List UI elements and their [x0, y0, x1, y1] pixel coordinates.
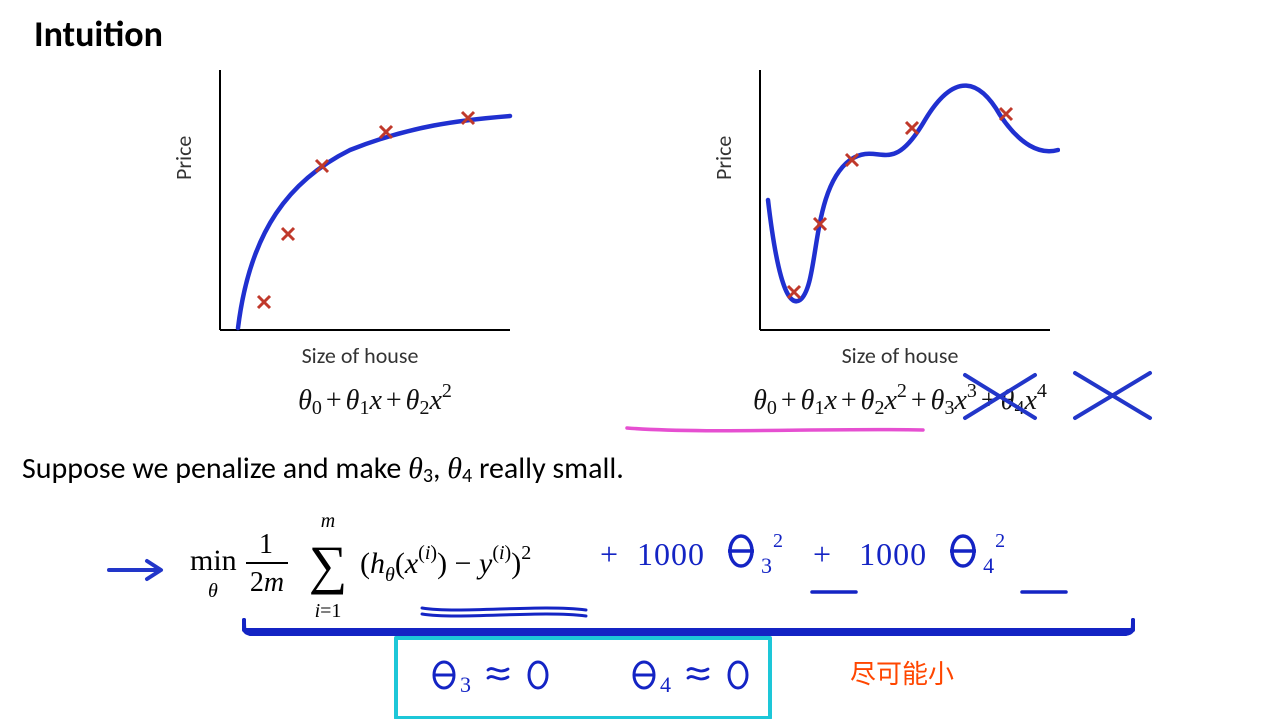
x-axis-label-right: Size of house [740, 342, 1060, 369]
svg-text:1: 1 [259, 529, 273, 560]
chart-svg-left [200, 60, 520, 340]
suppose-line: Suppose we penalize and make θ3, θ4 real… [22, 450, 624, 488]
theta4-underline [1020, 588, 1070, 598]
slide-root: Intuition Price Size of house Price [0, 0, 1280, 719]
theta-icon [630, 658, 660, 692]
theta-icon [430, 658, 460, 692]
chinese-annotation: 尽可能小 [850, 654, 954, 691]
svg-text:∑: ∑ [309, 535, 348, 595]
pink-underline [625, 424, 925, 436]
y-axis-label-right: Price [710, 136, 737, 180]
theta4-approx-zero: 4 [630, 658, 751, 698]
theta3-approx-zero: 3 [430, 658, 551, 698]
svg-text:m: m [321, 510, 335, 532]
theta4-text: θ [447, 452, 462, 485]
svg-text:θ: θ [208, 580, 218, 602]
theta4-hand: 42 [947, 530, 1006, 579]
slide-title: Intuition [34, 12, 163, 56]
strike-theta4-term [1070, 368, 1155, 426]
arrow-icon [105, 555, 165, 585]
svg-text:min: min [190, 544, 237, 577]
formula-quadratic: θ0+θ1x+θ2x2 [205, 380, 545, 420]
svg-text:(hθ(x(i)) − y(i))2: (hθ(x(i)) − y(i))2 [360, 542, 531, 586]
chart-quadratic: Price Size of house [200, 60, 520, 340]
theta3-underline [810, 588, 860, 598]
suppose-post: really small. [472, 450, 624, 487]
strike-theta3-term [960, 370, 1040, 425]
y-axis-label-left: Price [170, 136, 197, 180]
suppose-pre: Suppose we penalize and make [22, 450, 408, 487]
theta3-hand: 32 [725, 530, 784, 579]
approx-icon [486, 662, 510, 684]
zero-icon [725, 658, 751, 692]
approx-icon [686, 662, 710, 684]
x-axis-label-left: Size of house [200, 342, 520, 369]
penalty-handwritten: + 1000 32 + 1000 42 [600, 530, 1008, 579]
svg-text:2m: 2m [250, 567, 284, 598]
theta3-text: θ [408, 452, 423, 485]
chart-quartic: Price Size of house [740, 60, 1060, 340]
chart-svg-right [740, 60, 1060, 340]
zero-icon [525, 658, 551, 692]
